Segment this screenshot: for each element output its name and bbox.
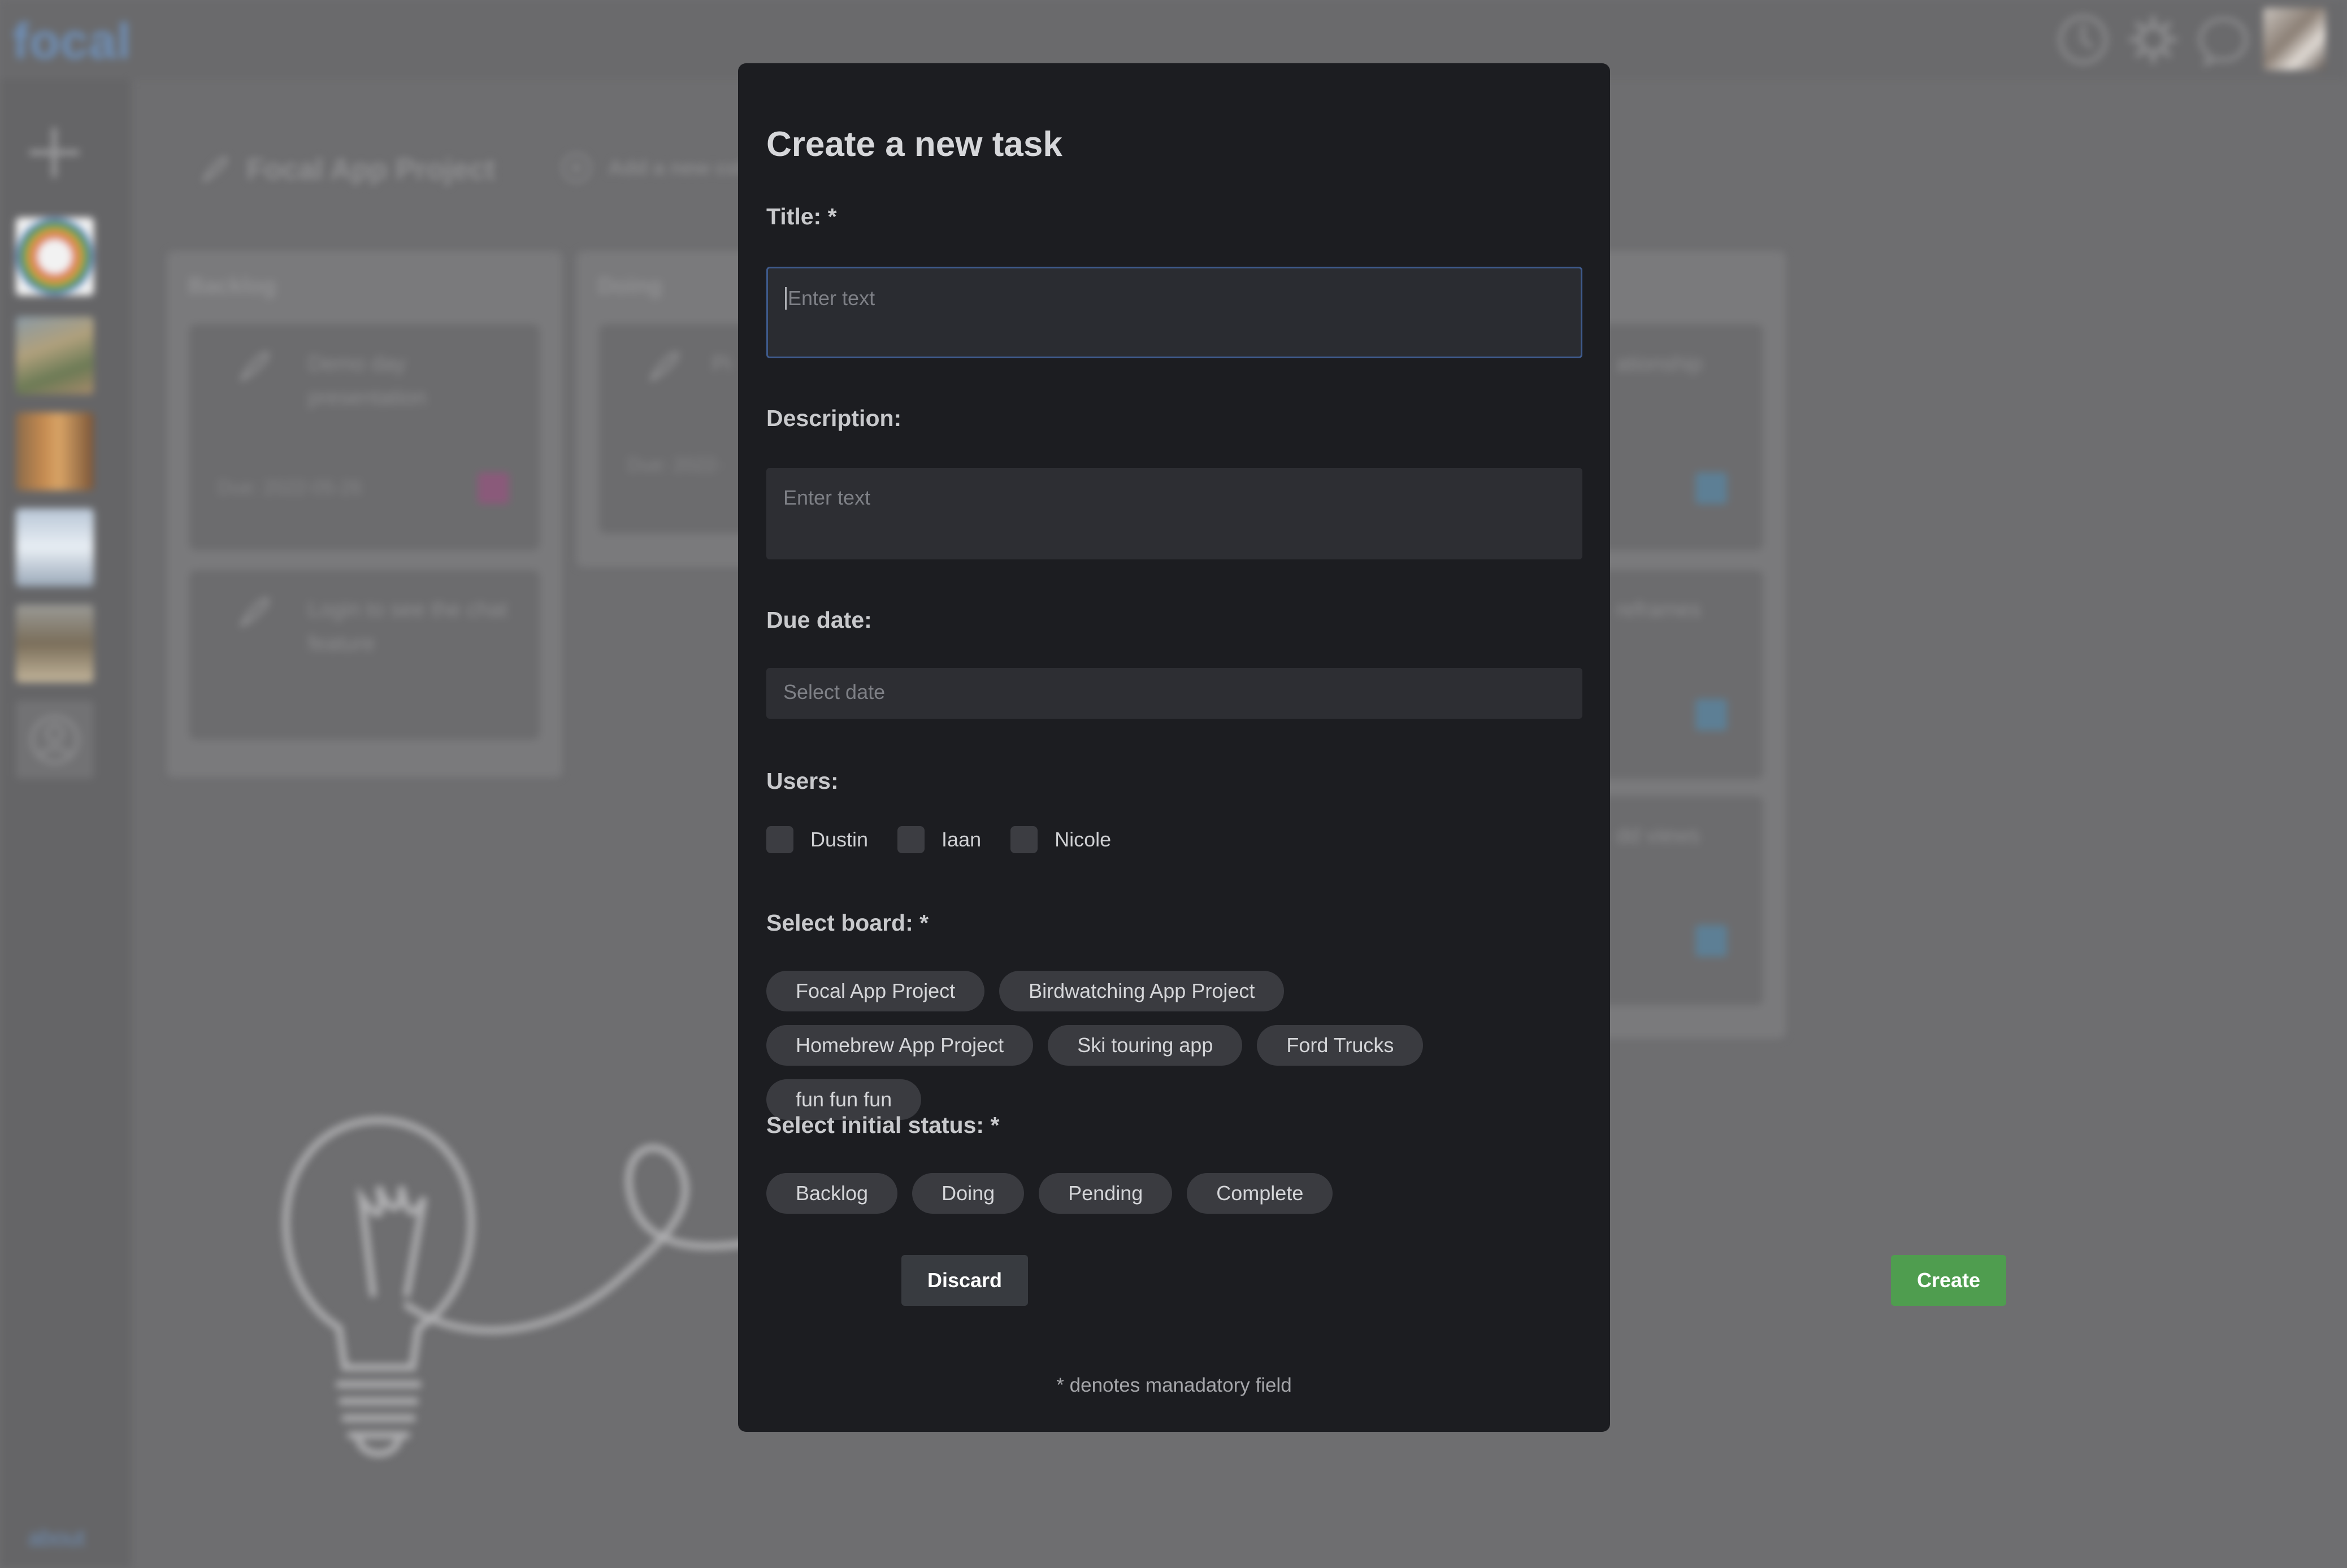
status-check-icon[interactable] bbox=[1695, 472, 1727, 504]
card-due-date: Due: 2022- bbox=[627, 454, 723, 476]
description-input[interactable]: Enter text bbox=[766, 468, 1582, 559]
description-label: Description: bbox=[766, 405, 902, 431]
card-title: Demo day presentation bbox=[308, 352, 427, 410]
checkbox[interactable] bbox=[897, 826, 925, 853]
description-placeholder: Enter text bbox=[783, 486, 871, 509]
card-title: dd views bbox=[1616, 824, 1700, 848]
user-checkbox-nicole[interactable]: Nicole bbox=[1010, 826, 1111, 853]
add-circle-icon bbox=[562, 153, 591, 183]
about-link[interactable]: about bbox=[28, 1526, 85, 1551]
gear-icon[interactable] bbox=[2125, 11, 2181, 68]
board-chip-ski-touring-app[interactable]: Ski touring app bbox=[1048, 1025, 1243, 1066]
sidebar: about bbox=[0, 79, 131, 1568]
card-title: Login to see the chat feature bbox=[308, 598, 507, 655]
checkbox[interactable] bbox=[1010, 826, 1038, 853]
status-chip-backlog[interactable]: Backlog bbox=[766, 1173, 898, 1214]
card-title: reframes bbox=[1616, 598, 1701, 622]
title-input[interactable]: Enter text bbox=[766, 267, 1582, 358]
app-logo[interactable]: focal bbox=[12, 12, 131, 70]
select-status-label: Select initial status: * bbox=[766, 1112, 1000, 1138]
status-chip-complete[interactable]: Complete bbox=[1187, 1173, 1333, 1214]
user-name: Dustin bbox=[810, 828, 869, 851]
rocket-icon bbox=[649, 351, 680, 381]
clock-icon[interactable] bbox=[2055, 11, 2111, 68]
due-date-label: Due date: bbox=[766, 607, 872, 633]
card-title: ationship bbox=[1616, 352, 1703, 376]
rocket-icon bbox=[240, 597, 270, 627]
due-date-placeholder: Select date bbox=[783, 680, 886, 703]
status-check-icon[interactable] bbox=[1695, 925, 1727, 957]
mandatory-field-note: * denotes manadatory field bbox=[1056, 1374, 1292, 1396]
board-thumbnail[interactable] bbox=[16, 605, 94, 683]
board-thumbnail[interactable] bbox=[16, 316, 94, 394]
status-check-icon[interactable] bbox=[1695, 699, 1727, 731]
task-card[interactable]: Demo day presentation Due: 2022-05-26 bbox=[189, 324, 540, 550]
due-date-picker[interactable]: Select date bbox=[766, 668, 1582, 719]
user-avatar[interactable] bbox=[2263, 8, 2326, 70]
board-chip-ford-trucks[interactable]: Ford Trucks bbox=[1257, 1025, 1424, 1066]
checkbox[interactable] bbox=[766, 826, 793, 853]
column-title: Backlog bbox=[188, 273, 276, 298]
create-task-dialog: Create a new task Title: * Enter text De… bbox=[738, 63, 2006, 1432]
status-chip-doing[interactable]: Doing bbox=[912, 1173, 1025, 1214]
board-thumbnail[interactable] bbox=[16, 412, 94, 490]
lightbulb-illustration bbox=[283, 1117, 800, 1457]
board-chip-focal-app-project[interactable]: Focal App Project bbox=[766, 971, 985, 1011]
board-header: Focal App Project bbox=[198, 147, 495, 192]
select-board-label: Select board: * bbox=[766, 910, 929, 936]
board-chip-homebrew-app-project[interactable]: Homebrew App Project bbox=[766, 1025, 1034, 1066]
user-name: Iaan bbox=[942, 828, 982, 851]
column-title: Doing bbox=[598, 273, 662, 298]
status-chip-pending[interactable]: Pending bbox=[1039, 1173, 1173, 1214]
plus-icon[interactable] bbox=[26, 124, 83, 181]
rocket-icon bbox=[202, 156, 228, 183]
user-name: Nicole bbox=[1055, 828, 1112, 851]
board-chip-birdwatching-app-project[interactable]: Birdwatching App Project bbox=[999, 971, 1285, 1011]
board-chip-group: Focal App Project Birdwatching App Proje… bbox=[766, 971, 1580, 1133]
rocket-icon bbox=[240, 351, 270, 381]
add-column-button[interactable]: Add a new col bbox=[559, 148, 745, 188]
users-label: Users: bbox=[766, 768, 839, 794]
card-due-date: Due: 2022-05-26 bbox=[218, 477, 362, 498]
user-checkbox-iaan[interactable]: Iaan bbox=[897, 826, 981, 853]
create-button[interactable]: Create bbox=[1891, 1255, 2006, 1306]
title-placeholder: Enter text bbox=[788, 286, 875, 310]
text-caret bbox=[785, 287, 787, 310]
title-label: Title: * bbox=[766, 203, 837, 229]
users-checkbox-group: Dustin Iaan Nicole bbox=[766, 826, 1140, 853]
user-circle-icon[interactable] bbox=[16, 701, 94, 779]
priority-flag-icon[interactable] bbox=[478, 472, 509, 504]
board-title: Focal App Project bbox=[246, 153, 496, 186]
user-checkbox-dustin[interactable]: Dustin bbox=[766, 826, 868, 853]
board-thumbnail[interactable] bbox=[16, 218, 94, 296]
task-card[interactable]: Login to see the chat feature bbox=[189, 570, 540, 740]
chat-bubble-icon[interactable] bbox=[2195, 11, 2251, 68]
dialog-title: Create a new task bbox=[766, 125, 1062, 164]
column-backlog: Backlog Demo day presentation Due: 2022-… bbox=[167, 251, 562, 778]
add-column-label: Add a new col bbox=[608, 156, 745, 179]
discard-button[interactable]: Discard bbox=[901, 1255, 1028, 1306]
status-chip-group: Backlog Doing Pending Complete bbox=[766, 1173, 1580, 1227]
board-thumbnail[interactable] bbox=[16, 509, 94, 587]
